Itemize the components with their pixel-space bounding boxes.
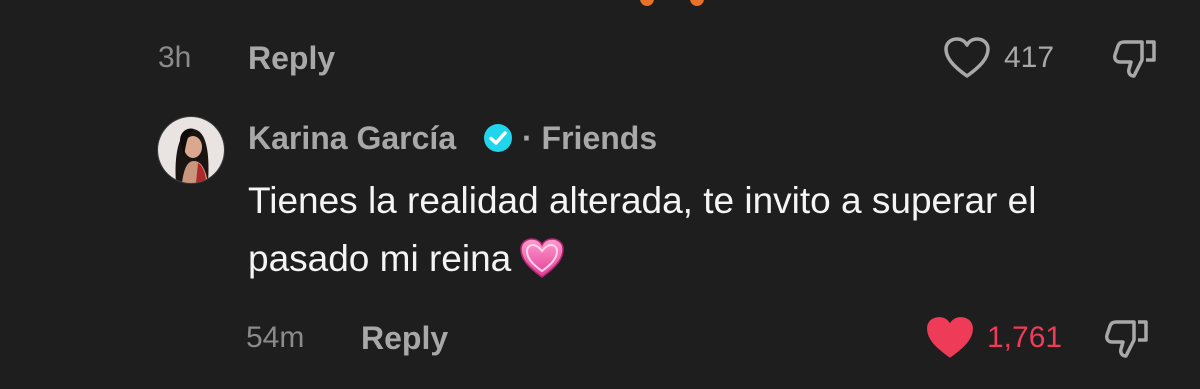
reply-button[interactable]: Reply xyxy=(361,318,448,358)
like-count: 1,761 xyxy=(987,321,1063,354)
heart-filled-icon xyxy=(927,317,973,358)
dislike-button[interactable] xyxy=(1102,316,1150,360)
avatar[interactable] xyxy=(157,116,225,184)
comment-body: Tienes la realidad alterada, te invito a… xyxy=(248,172,1168,288)
dislike-icon xyxy=(1105,320,1148,358)
heart-outline-icon xyxy=(944,37,990,78)
avatar-photo xyxy=(158,117,224,183)
partial-reaction-dots xyxy=(634,0,714,6)
like-button[interactable] xyxy=(925,315,975,361)
comment-timestamp: 3h xyxy=(158,41,192,74)
pink-heart-emoji xyxy=(519,237,565,279)
dislike-icon xyxy=(1113,40,1156,78)
comment-timestamp: 54m xyxy=(246,321,305,354)
comment-text: Tienes la realidad alterada, te invito a… xyxy=(248,180,1037,279)
like-count: 417 xyxy=(1004,41,1055,74)
relationship-label: · Friends xyxy=(522,120,658,156)
verified-badge-icon xyxy=(482,122,514,154)
dislike-button[interactable] xyxy=(1110,36,1158,80)
like-button[interactable] xyxy=(943,36,991,80)
reply-button[interactable]: Reply xyxy=(248,38,335,78)
author-name[interactable]: Karina García xyxy=(248,118,456,158)
